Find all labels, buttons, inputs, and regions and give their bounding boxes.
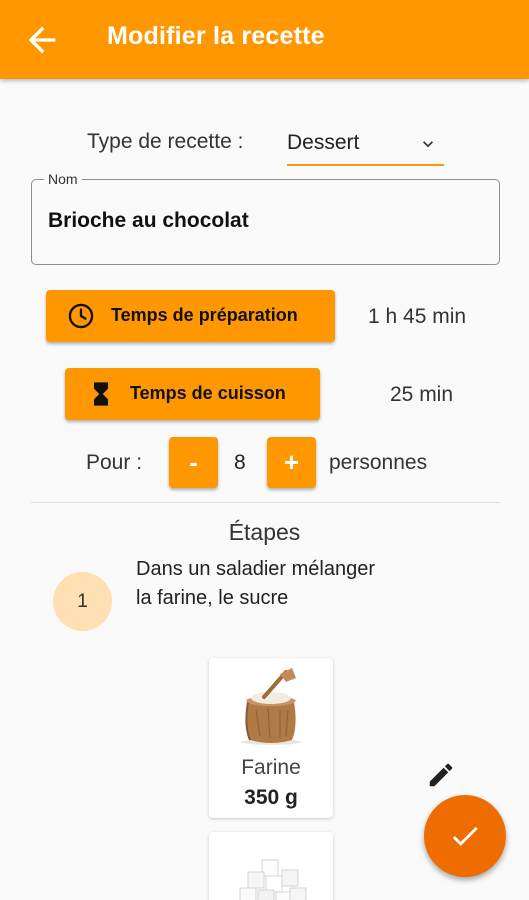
servings-count: 8	[234, 451, 246, 474]
chevron-down-icon	[423, 141, 433, 148]
back-button[interactable]	[22, 20, 62, 60]
servings-label: Pour :	[86, 451, 143, 474]
recipe-name-field[interactable]: Nom Brioche au chocolat	[31, 171, 500, 265]
check-icon	[452, 826, 478, 846]
step-description[interactable]: Dans un saladier mélanger la farine, le …	[136, 555, 386, 613]
recipe-type-label: Type de recette :	[87, 130, 244, 153]
increase-servings-button[interactable]: +	[267, 437, 316, 488]
pencil-icon[interactable]	[426, 760, 456, 790]
recipe-type-dropdown[interactable]: Dessert	[287, 124, 444, 166]
ingredient-quantity: 350 g	[244, 786, 298, 809]
prep-time-button[interactable]: Temps de préparation	[46, 290, 335, 342]
recipe-type-value: Dessert	[287, 131, 360, 154]
app-bar: Modifier la recette	[0, 0, 529, 79]
cook-time-value: 25 min	[390, 383, 454, 406]
prep-time-button-label: Temps de préparation	[111, 305, 298, 325]
cook-time-button[interactable]: Temps de cuisson	[65, 368, 320, 420]
hourglass-icon	[94, 382, 108, 406]
divider	[31, 502, 500, 503]
sugar-cubes-icon	[239, 859, 307, 900]
step-number-badge: 1	[53, 572, 112, 631]
prep-time-value: 1 h 45 min	[368, 305, 467, 328]
ingredient-card-sugar[interactable]	[209, 832, 333, 900]
flour-sack-icon	[241, 668, 301, 745]
ingredient-name: Farine	[241, 756, 301, 779]
arrow-left-icon	[28, 26, 56, 54]
ingredient-card-farine[interactable]: Farine 350 g	[209, 658, 333, 818]
decrease-servings-button[interactable]: -	[169, 437, 218, 488]
steps-title: Étapes	[228, 519, 301, 545]
clock-icon	[68, 303, 94, 329]
page-title: Modifier la recette	[107, 22, 325, 50]
save-fab-button[interactable]	[424, 795, 506, 877]
servings-unit: personnes	[329, 451, 428, 474]
recipe-name-value[interactable]: Brioche au chocolat	[48, 209, 249, 233]
cook-time-button-label: Temps de cuisson	[130, 383, 286, 403]
recipe-name-label: Nom	[44, 171, 82, 187]
